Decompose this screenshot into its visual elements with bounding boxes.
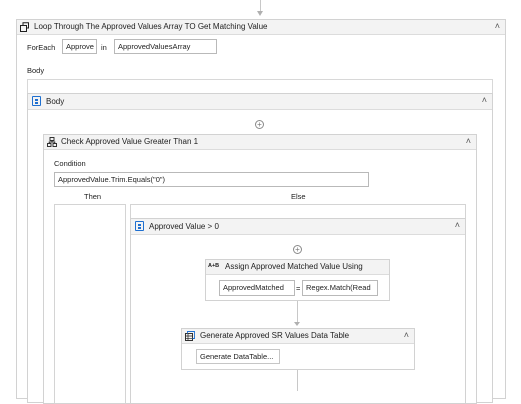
if-icon (47, 137, 57, 147)
double-chevron-up-icon[interactable]: ˄ (404, 331, 409, 340)
foreach-label: ForEach (27, 43, 56, 52)
generate-datatable-header[interactable]: Generate Approved SR Values Data Table ˄ (182, 329, 414, 344)
foreach-body-label: Body (27, 66, 45, 75)
datatable-icon (185, 331, 195, 341)
sequence-icon (32, 96, 41, 106)
double-chevron-up-icon[interactable]: ˄ (495, 22, 500, 31)
assign-equals-label: = (296, 284, 301, 293)
foreach-collection-input[interactable]: ApprovedValuesArray (114, 39, 217, 54)
connector-line (297, 301, 298, 323)
assign-to-input[interactable]: ApprovedMatched (219, 280, 295, 296)
foreach-icon (20, 22, 29, 32)
foreach-header[interactable]: Loop Through The Approved Values Array T… (17, 20, 505, 35)
condition-label: Condition (54, 159, 86, 168)
then-label: Then (84, 192, 102, 201)
generate-datatable-title: Generate Approved SR Values Data Table (200, 331, 350, 340)
body-sequence-header[interactable]: Body ˄ (28, 94, 492, 110)
double-chevron-up-icon[interactable]: ˄ (482, 96, 487, 105)
else-label: Else (291, 192, 306, 201)
double-chevron-up-icon[interactable]: ˄ (455, 221, 460, 230)
if-activity-title: Check Approved Value Greater Than 1 (61, 137, 199, 146)
if-activity-header[interactable]: Check Approved Value Greater Than 1 ˄ (44, 135, 476, 150)
connector-line (297, 370, 298, 391)
sequence-icon (135, 221, 144, 231)
add-activity-plus-icon[interactable]: + (293, 245, 302, 254)
double-chevron-up-icon[interactable]: ˄ (466, 137, 471, 146)
assign-icon: A+B (208, 263, 220, 269)
foreach-item-variable-input[interactable]: Approve (62, 39, 97, 54)
body-sequence-title: Body (46, 97, 65, 106)
else-sequence-title: Approved Value > 0 (149, 222, 219, 231)
connector-arrow (294, 322, 300, 326)
generate-datatable-button[interactable]: Generate DataTable... (196, 349, 280, 364)
foreach-title: Loop Through The Approved Values Array T… (34, 22, 268, 31)
assign-value-input[interactable]: Regex.Match(Read (302, 280, 378, 296)
assign-activity-title: Assign Approved Matched Value Using (225, 262, 363, 271)
assign-activity-header[interactable]: A+B Assign Approved Matched Value Using (206, 260, 389, 275)
add-activity-plus-icon[interactable]: + (255, 120, 264, 129)
foreach-in-label: in (101, 43, 107, 52)
else-sequence-header[interactable]: Approved Value > 0 ˄ (131, 219, 465, 235)
condition-input[interactable]: ApprovedValue.Trim.Equals("0") (54, 172, 369, 187)
then-branch-area[interactable] (54, 204, 126, 404)
top-connector-arrow (257, 11, 263, 16)
